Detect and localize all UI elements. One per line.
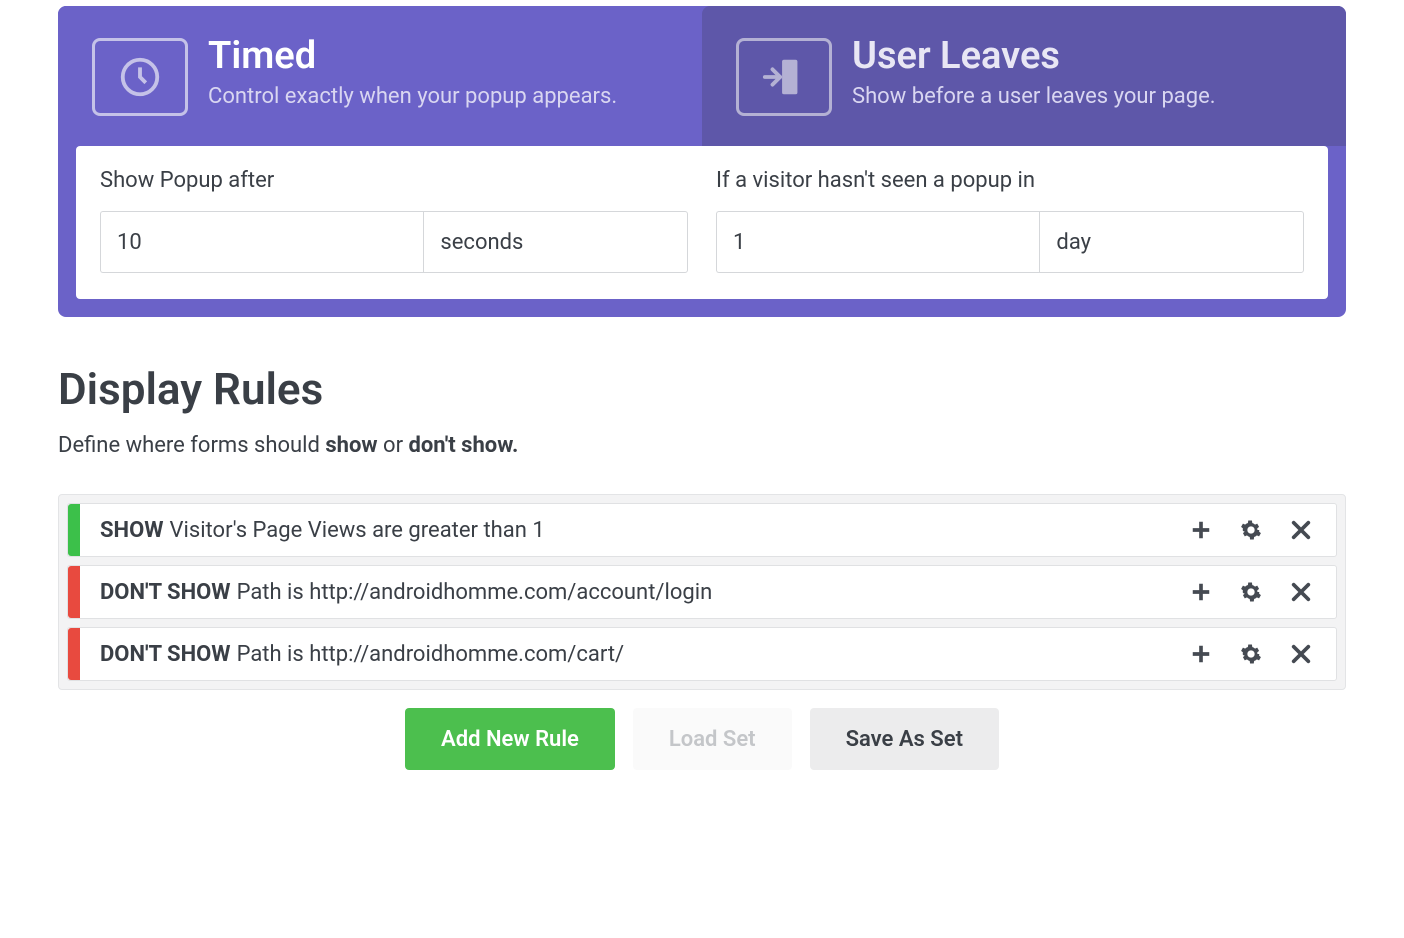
rule-actions <box>1180 628 1336 680</box>
rule-text: DON'T SHOW Path is http://androidhomme.c… <box>80 628 1180 680</box>
rule-desc: Path is http://androidhomme.com/cart/ <box>237 642 625 667</box>
show-after-unit-select[interactable]: seconds <box>423 211 688 273</box>
rule-actions <box>1180 566 1336 618</box>
save-as-set-button[interactable]: Save As Set <box>810 708 999 770</box>
tab-timed-text: Timed Control exactly when your popup ap… <box>208 34 617 112</box>
rules-container: SHOW Visitor's Page Views are greater th… <box>58 494 1346 690</box>
close-icon[interactable] <box>1290 519 1312 541</box>
load-set-button[interactable]: Load Set <box>633 708 792 770</box>
rule-actions <box>1180 504 1336 556</box>
tab-timed[interactable]: Timed Control exactly when your popup ap… <box>58 6 702 146</box>
clock-icon <box>92 38 188 116</box>
rule-stripe <box>68 628 80 680</box>
close-icon[interactable] <box>1290 581 1312 603</box>
tab-user-leaves[interactable]: User Leaves Show before a user leaves yo… <box>702 6 1346 146</box>
rule-stripe <box>68 504 80 556</box>
rule-desc: Path is http://androidhomme.com/account/… <box>237 580 713 605</box>
plus-icon[interactable] <box>1190 519 1212 541</box>
tab-user-leaves-text: User Leaves Show before a user leaves yo… <box>852 34 1216 112</box>
rule-action: DON'T SHOW <box>100 580 231 605</box>
add-new-rule-button[interactable]: Add New Rule <box>405 708 615 770</box>
close-icon[interactable] <box>1290 643 1312 665</box>
gear-icon[interactable] <box>1240 581 1262 603</box>
timed-settings-box: Show Popup after seconds If a visitor ha… <box>76 146 1328 299</box>
rule-stripe <box>68 566 80 618</box>
visitor-seen-unit-select[interactable]: day <box>1039 211 1304 273</box>
show-after-label: Show Popup after <box>100 168 688 193</box>
gear-icon[interactable] <box>1240 643 1262 665</box>
rule-action: DON'T SHOW <box>100 642 231 667</box>
display-rules-heading: Display Rules <box>58 363 1346 415</box>
rule-text: DON'T SHOW Path is http://androidhomme.c… <box>80 566 1180 618</box>
tab-user-leaves-subtitle: Show before a user leaves your page. <box>852 82 1216 112</box>
tab-user-leaves-title: User Leaves <box>852 34 1216 78</box>
trigger-tabs-row: Timed Control exactly when your popup ap… <box>58 6 1346 146</box>
rule-action: SHOW <box>100 518 164 543</box>
sub-prefix: Define where forms should <box>58 433 325 458</box>
plus-icon[interactable] <box>1190 581 1212 603</box>
rule-desc: Visitor's Page Views are greater than 1 <box>170 518 545 543</box>
setting-show-after: Show Popup after seconds <box>100 168 688 273</box>
display-rules-subtitle: Define where forms should show or don't … <box>58 433 1346 458</box>
tab-timed-subtitle: Control exactly when your popup appears. <box>208 82 617 112</box>
exit-door-icon <box>736 38 832 116</box>
rule-text: SHOW Visitor's Page Views are greater th… <box>80 504 1180 556</box>
sub-strong-show: show <box>325 433 377 458</box>
gear-icon[interactable] <box>1240 519 1262 541</box>
visitor-seen-label: If a visitor hasn't seen a popup in <box>716 168 1304 193</box>
tab-timed-title: Timed <box>208 34 617 78</box>
show-after-value-input[interactable] <box>100 211 423 273</box>
trigger-tabs-panel: Timed Control exactly when your popup ap… <box>58 6 1346 317</box>
sub-strong-dontshow: don't show. <box>409 433 519 458</box>
setting-visitor-seen: If a visitor hasn't seen a popup in day <box>716 168 1304 273</box>
sub-mid: or <box>378 433 409 458</box>
plus-icon[interactable] <box>1190 643 1212 665</box>
rules-button-row: Add New Rule Load Set Save As Set <box>58 708 1346 770</box>
rule-row: DON'T SHOW Path is http://androidhomme.c… <box>67 565 1337 619</box>
visitor-seen-value-input[interactable] <box>716 211 1039 273</box>
rule-row: DON'T SHOW Path is http://androidhomme.c… <box>67 627 1337 681</box>
rule-row: SHOW Visitor's Page Views are greater th… <box>67 503 1337 557</box>
